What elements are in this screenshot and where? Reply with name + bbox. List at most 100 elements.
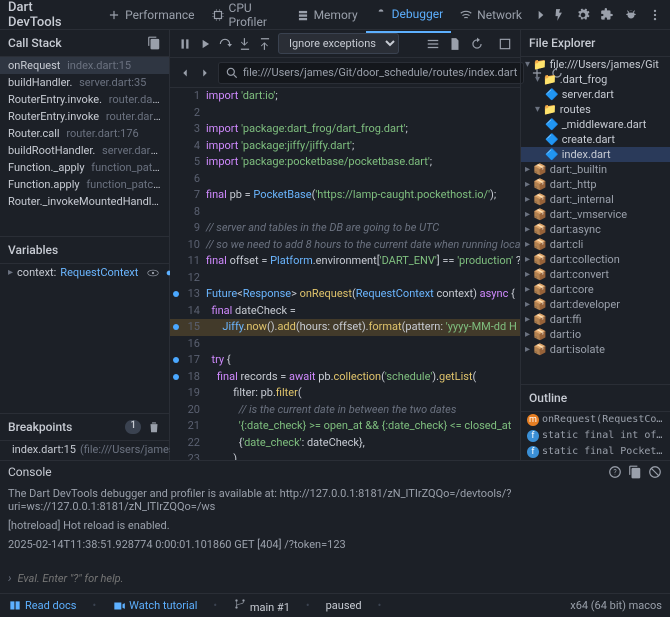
code-line[interactable]: 10// so we need to add 8 hours to the cu… — [170, 237, 520, 254]
code-line[interactable]: 4import 'package:jiffy/jiffy.dart'; — [170, 138, 520, 155]
extension-icon[interactable] — [600, 8, 614, 22]
tree-item[interactable]: 🔷index.dart — [521, 147, 670, 162]
bolt-icon[interactable] — [552, 8, 566, 22]
tree-item[interactable]: ▸📦dart:_vmservice — [521, 207, 670, 222]
code-line[interactable]: 16 — [170, 336, 520, 353]
pause-icon[interactable] — [178, 37, 192, 51]
stack-frame[interactable]: Router._invokeMountedHandler router.dart… — [0, 193, 169, 210]
tab-network[interactable]: Network — [451, 0, 530, 33]
code-line[interactable]: 12 — [170, 270, 520, 287]
read-docs-link[interactable]: Read docs — [8, 599, 76, 613]
tab-cpu-profiler[interactable]: CPU Profiler — [203, 0, 288, 33]
code-line[interactable]: 15 Jiffy.now().add(hours: offset).format… — [170, 319, 520, 336]
debug-state: paused — [326, 599, 362, 612]
clear-console-icon[interactable] — [648, 465, 662, 479]
file-icon[interactable] — [448, 37, 462, 51]
code-line[interactable]: 21 '{:date_check} >= open_at && {:date_c… — [170, 418, 520, 435]
code-line[interactable]: 11final offset = Platform.environment['D… — [170, 253, 520, 270]
file-explorer-header: File Explorer — [521, 30, 670, 57]
console-input[interactable] — [18, 571, 663, 585]
list-icon[interactable] — [426, 37, 440, 51]
code-line[interactable]: 9// server and tables in the DB are goin… — [170, 220, 520, 237]
tree-item[interactable]: ▸📦dart:_http — [521, 177, 670, 192]
tree-item[interactable]: ▸📦dart:_internal — [521, 192, 670, 207]
tree-item[interactable]: ▸📦dart:convert — [521, 267, 670, 282]
stack-frame[interactable]: Function.apply function_patch.dart:35 — [0, 176, 169, 193]
outline-item[interactable]: fstatic final PocketBase… — [521, 444, 670, 460]
code-line[interactable]: 14 final dateCheck = — [170, 303, 520, 320]
outline-item[interactable]: monRequest(RequestContex… — [521, 412, 670, 428]
code-editor[interactable]: 1import 'dart:io';23import 'package:dart… — [170, 88, 520, 460]
exception-mode-select[interactable]: Ignore exceptions — [278, 33, 399, 54]
variable-item[interactable]: ▸ context: RequestContext — [0, 264, 146, 281]
eye-icon[interactable] — [146, 266, 160, 280]
stack-frame[interactable]: buildRootHandler. server.dart:28 — [0, 142, 169, 159]
gear-icon[interactable] — [576, 8, 590, 22]
tab-performance[interactable]: Performance — [99, 0, 202, 33]
file-path-input[interactable]: file:///Users/james/Git/door_schedule/ro… — [218, 62, 524, 84]
stack-frame[interactable]: Router.call router.dart:176 — [0, 125, 169, 142]
trash-icon[interactable] — [147, 420, 161, 434]
tree-item[interactable]: ▸📦dart:_builtin — [521, 162, 670, 177]
code-line[interactable]: 3import 'package:dart_frog/dart_frog.dar… — [170, 121, 520, 138]
tree-item[interactable]: ▾📁file:///Users/james/Git — [521, 57, 670, 72]
code-line[interactable]: 19 filter: pb.filter( — [170, 385, 520, 402]
tree-item[interactable]: ▸📦dart:ffi — [521, 312, 670, 327]
stack-frame[interactable]: RouterEntry.invoke. router.dart:3… — [0, 91, 169, 108]
code-line[interactable]: 1import 'dart:io'; — [170, 88, 520, 105]
chevron-right-icon[interactable] — [534, 8, 548, 22]
code-line[interactable]: 17 try { — [170, 352, 520, 369]
code-line[interactable]: 22 {'date_check': dateCheck}, — [170, 435, 520, 452]
code-line[interactable]: 2 — [170, 105, 520, 122]
help-icon[interactable]: ? — [608, 465, 622, 479]
code-line[interactable]: 20 // is the current date in between the… — [170, 402, 520, 419]
code-line[interactable]: 8 — [170, 204, 520, 221]
tree-item[interactable]: ▸📦dart:core — [521, 282, 670, 297]
top-toolbar: Dart DevTools PerformanceCPU ProfilerMem… — [0, 0, 670, 30]
tree-item[interactable]: ▸📦dart:developer — [521, 297, 670, 312]
tree-item[interactable]: ▸📦dart:io — [521, 327, 670, 342]
tree-item[interactable]: ▾📁.dart_frog — [521, 72, 670, 87]
path-bar: file:///Users/james/Git/door_schedule/ro… — [170, 58, 520, 88]
copy-icon[interactable] — [147, 36, 161, 50]
tree-item[interactable]: ▸📦dart:async — [521, 222, 670, 237]
code-line[interactable]: 7final pb = PocketBase('https://lamp-cau… — [170, 187, 520, 204]
copy-console-icon[interactable] — [628, 465, 642, 479]
stack-frame[interactable]: Function._apply function_patch.dart:11 — [0, 159, 169, 176]
tree-item[interactable]: ▸📦dart:cli — [521, 237, 670, 252]
tab-memory[interactable]: Memory — [288, 0, 366, 33]
more-vertical-icon[interactable] — [648, 8, 662, 22]
code-line[interactable]: 6 — [170, 171, 520, 188]
code-line[interactable]: 18 final records = await pb.collection('… — [170, 369, 520, 386]
expand-icon[interactable] — [498, 37, 512, 51]
file-explorer-title: File Explorer — [529, 36, 595, 50]
watch-tutorial-link[interactable]: Watch tutorial — [112, 599, 197, 613]
tree-item[interactable]: 🔷server.dart — [521, 87, 670, 102]
tree-item[interactable]: ▾📁routes — [521, 102, 670, 117]
step-in-icon[interactable] — [238, 37, 252, 51]
outline-item[interactable]: fstatic final int offset — [521, 428, 670, 444]
tab-debugger[interactable]: Debugger — [366, 0, 452, 33]
variables-title: Variables — [8, 243, 58, 257]
stack-frame[interactable]: RouterEntry.invoke router.dart:383 — [0, 108, 169, 125]
tree-item[interactable]: 🔷_middleware.dart — [521, 117, 670, 132]
breakpoints-list: index.dart:15 (file:///Users/james/Git/d… — [0, 441, 169, 460]
code-line[interactable]: 13Future<Response> onRequest(RequestCont… — [170, 286, 520, 303]
branch-indicator[interactable]: main #1 — [233, 597, 290, 614]
bug-icon[interactable] — [624, 8, 638, 22]
tree-item[interactable]: ▸📦dart:isolate — [521, 342, 670, 357]
step-over-icon[interactable] — [218, 37, 232, 51]
stack-frame[interactable]: buildHandler. server.dart:35 — [0, 74, 169, 91]
nav-forward-icon[interactable] — [198, 66, 212, 80]
tree-item[interactable]: ▸📦dart:collection — [521, 252, 670, 267]
refresh-icon[interactable] — [470, 37, 484, 51]
app-title: Dart DevTools — [8, 0, 87, 30]
stack-frame[interactable]: onRequest index.dart:15 — [0, 57, 169, 74]
tree-item[interactable]: 🔷create.dart — [521, 132, 670, 147]
breakpoint-item[interactable]: index.dart:15 (file:///Users/james/Git/d… — [0, 441, 169, 458]
resume-icon[interactable] — [198, 37, 212, 51]
step-out-icon[interactable] — [258, 37, 272, 51]
nav-back-icon[interactable] — [178, 66, 192, 80]
code-line[interactable]: 23 ), — [170, 451, 520, 460]
code-line[interactable]: 5import 'package:pocketbase/pocketbase.d… — [170, 154, 520, 171]
